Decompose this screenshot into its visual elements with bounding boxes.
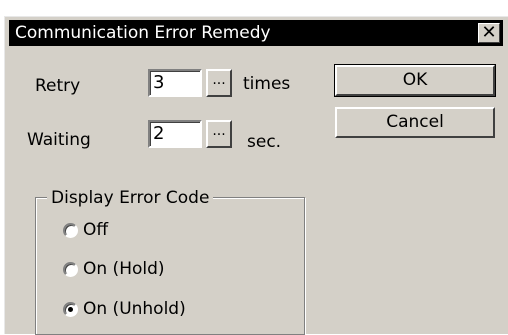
- communication-error-remedy-dialog: Communication Error Remedy ✕ Retry 3 ...…: [4, 16, 508, 335]
- radio-button-on-hold[interactable]: [63, 262, 78, 277]
- retry-label: Retry: [35, 76, 81, 96]
- retry-browse-button[interactable]: ...: [206, 69, 232, 97]
- waiting-input[interactable]: 2: [148, 120, 202, 148]
- cancel-button[interactable]: Cancel: [335, 107, 495, 138]
- ok-button[interactable]: OK: [334, 64, 496, 97]
- radio-label-on-unhold: On (Unhold): [83, 299, 186, 319]
- retry-unit-label: times: [243, 74, 291, 94]
- display-error-code-legend: Display Error Code: [47, 188, 214, 208]
- radio-button-on-unhold[interactable]: [63, 302, 78, 317]
- waiting-label: Waiting: [27, 130, 91, 150]
- close-button[interactable]: ✕: [478, 23, 500, 43]
- radio-selected-dot: [68, 307, 73, 312]
- title-bar[interactable]: Communication Error Remedy ✕: [9, 20, 503, 46]
- waiting-browse-button[interactable]: ...: [206, 120, 232, 148]
- radio-button-off[interactable]: [63, 223, 78, 238]
- dialog-title: Communication Error Remedy: [15, 23, 271, 43]
- radio-label-on-hold: On (Hold): [83, 259, 165, 279]
- waiting-unit-label: sec.: [247, 132, 282, 152]
- retry-input[interactable]: 3: [148, 69, 202, 97]
- radio-label-off: Off: [83, 220, 109, 240]
- close-icon: ✕: [481, 22, 497, 43]
